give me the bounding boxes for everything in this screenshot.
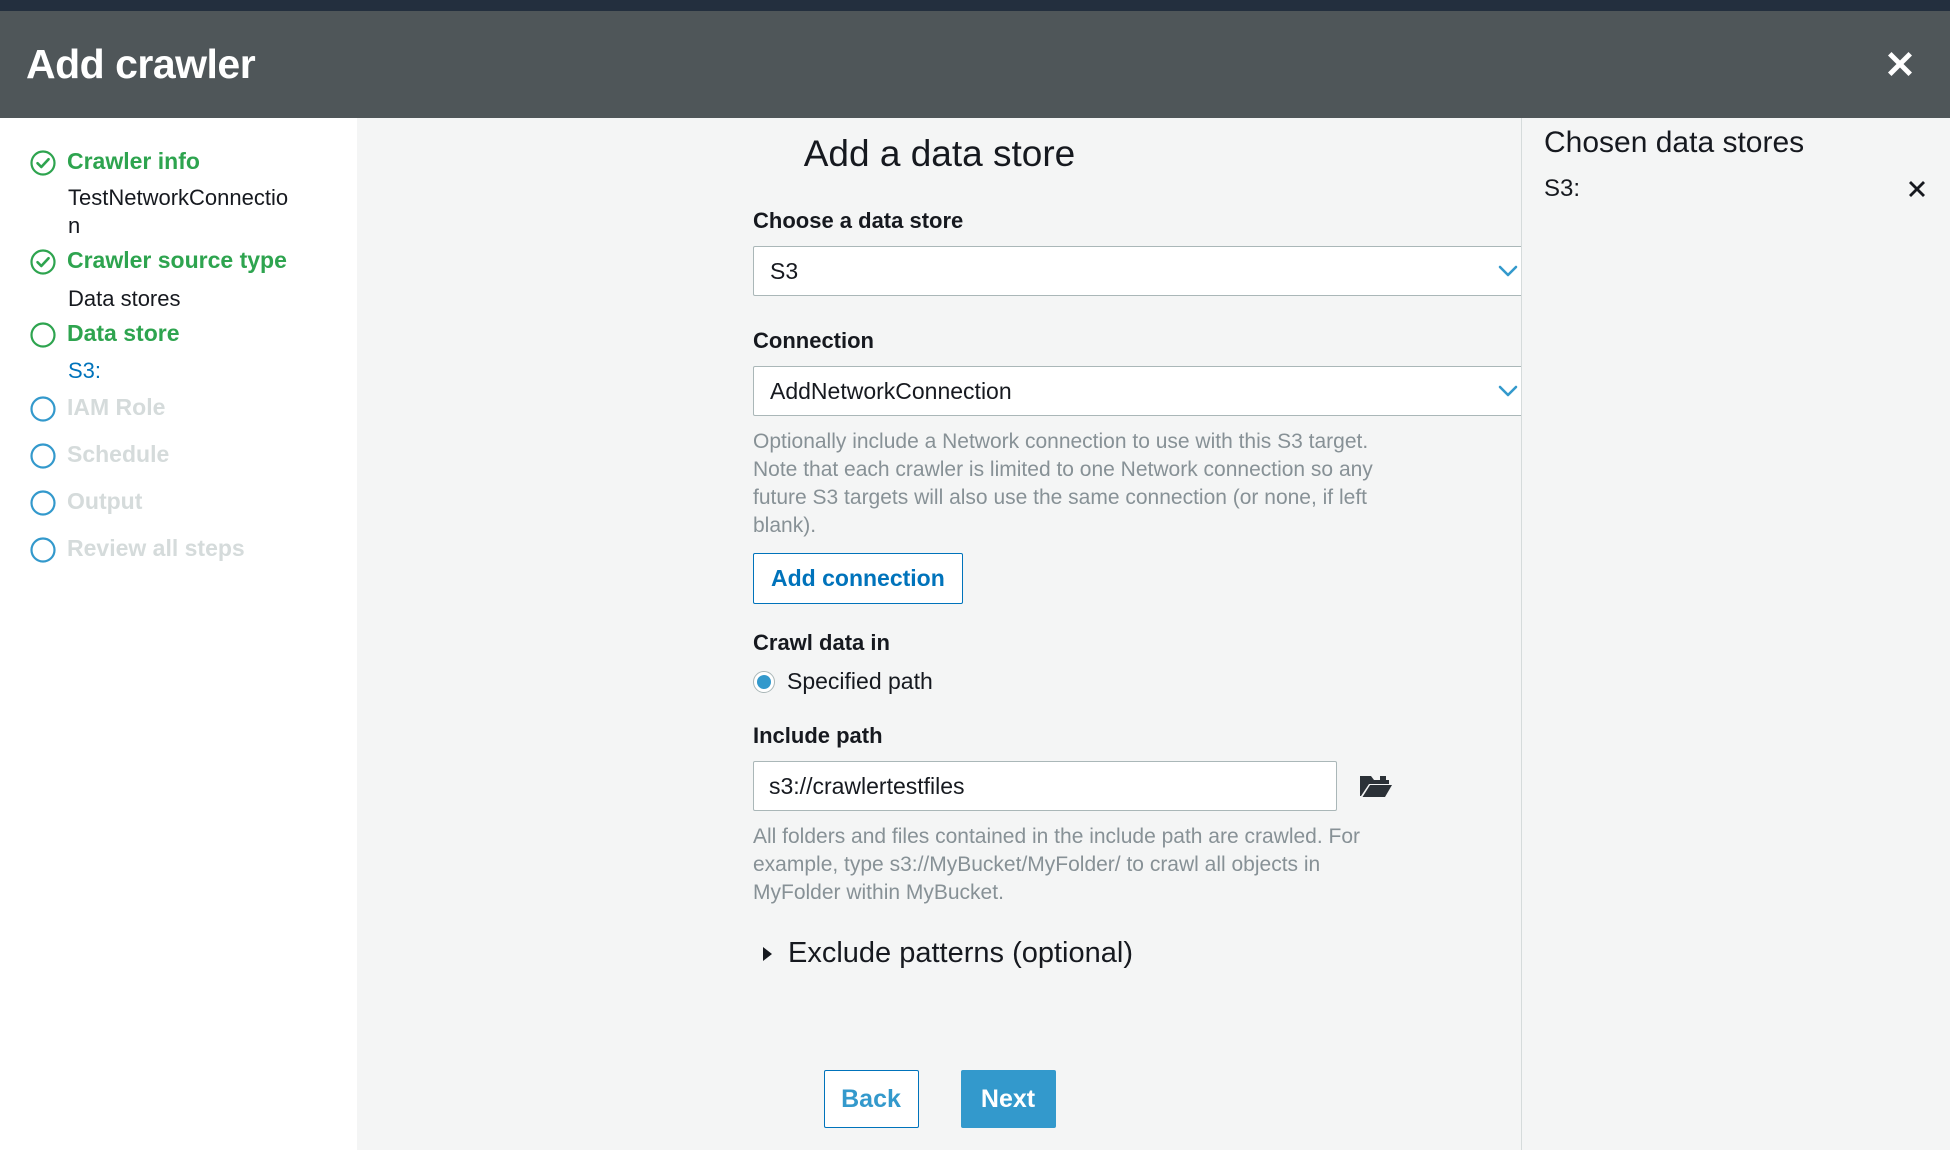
exclude-patterns-toggle[interactable]: Exclude patterns (optional) [753,937,1537,970]
sidebar-subitem-data-stores: Data stores [68,286,181,311]
chosen-data-stores-title: Chosen data stores [1544,126,1805,159]
connection-help-text: Optionally include a Network connection … [753,430,1373,537]
modal-body: Crawler info TestNetworkConnection Crawl… [0,118,1950,1150]
modal-header: Add crawler [0,11,1950,118]
top-accent-strip [0,0,1950,11]
circle-icon [30,396,56,422]
sidebar-item-label: Crawler source type [67,247,287,273]
close-icon[interactable] [1904,176,1930,202]
connection-label: Connection [753,328,874,353]
triangle-right-icon [763,946,772,961]
main-content-pane: Add a data store Choose a data store S3 … [357,118,1535,1150]
wizard-sidebar: Crawler info TestNetworkConnection Crawl… [0,118,357,1150]
exclude-patterns-label: Exclude patterns (optional) [788,937,1133,969]
include-path-help-text: All folders and files contained in the i… [753,825,1361,904]
chevron-down-icon [1498,264,1518,278]
sidebar-item-label: Crawler info [67,148,200,174]
sidebar-item-review-all-steps[interactable]: Review all steps [30,535,245,563]
list-item: S3: [1544,175,1930,203]
sidebar-item-label: Output [67,488,143,514]
page-title: Add crawler [26,41,256,87]
check-circle-icon [30,249,56,275]
radio-label: Specified path [787,668,933,694]
section-heading: Add a data store [803,133,1076,174]
circle-icon [30,537,56,563]
data-store-value: S3 [770,258,799,284]
sidebar-item-iam-role[interactable]: IAM Role [30,394,165,422]
crawl-data-in-label: Crawl data in [753,630,890,655]
sidebar-item-crawler-info[interactable]: Crawler info [30,148,200,176]
connection-value: AddNetworkConnection [770,378,1012,404]
check-circle-icon [30,150,56,176]
wizard-actions: Back Next [357,1070,1522,1128]
sidebar-item-data-store[interactable]: Data store [30,320,179,348]
circle-icon [30,490,56,516]
crawl-data-in-option-specified-path[interactable]: Specified path [753,668,1537,695]
data-store-label: Choose a data store [753,208,964,233]
chosen-data-stores-pane: Chosen data stores S3: [1522,118,1950,1150]
chevron-down-icon [1498,384,1518,398]
sidebar-item-label: Data store [67,320,180,346]
data-store-select[interactable]: S3 [753,246,1535,296]
add-connection-button[interactable]: Add connection [753,553,963,604]
folder-open-icon[interactable] [1359,772,1393,800]
sidebar-item-label: IAM Role [67,394,166,420]
add-data-store-form: Choose a data store S3 Connection AddNet… [753,208,1537,970]
circle-icon [30,322,56,348]
radio-specified-path[interactable] [753,670,775,693]
sidebar-subitem-s3[interactable]: S3: [68,357,298,385]
back-button[interactable]: Back [823,1070,919,1128]
sidebar-item-output[interactable]: Output [30,488,142,516]
sidebar-subitem-crawler-name: TestNetworkConnection [68,185,289,238]
include-path-label: Include path [753,723,883,748]
next-button[interactable]: Next [960,1070,1056,1128]
circle-icon [30,443,56,469]
include-path-input[interactable] [753,761,1337,811]
sidebar-item-crawler-source-type[interactable]: Crawler source type [30,247,287,275]
include-path-row [753,761,1537,811]
chosen-data-store-label: S3: [1544,175,1581,202]
sidebar-item-label: Schedule [67,441,170,467]
sidebar-item-label: Review all steps [67,535,245,561]
sidebar-item-schedule[interactable]: Schedule [30,441,169,469]
connection-select[interactable]: AddNetworkConnection [753,366,1535,416]
close-icon[interactable] [1878,42,1922,86]
